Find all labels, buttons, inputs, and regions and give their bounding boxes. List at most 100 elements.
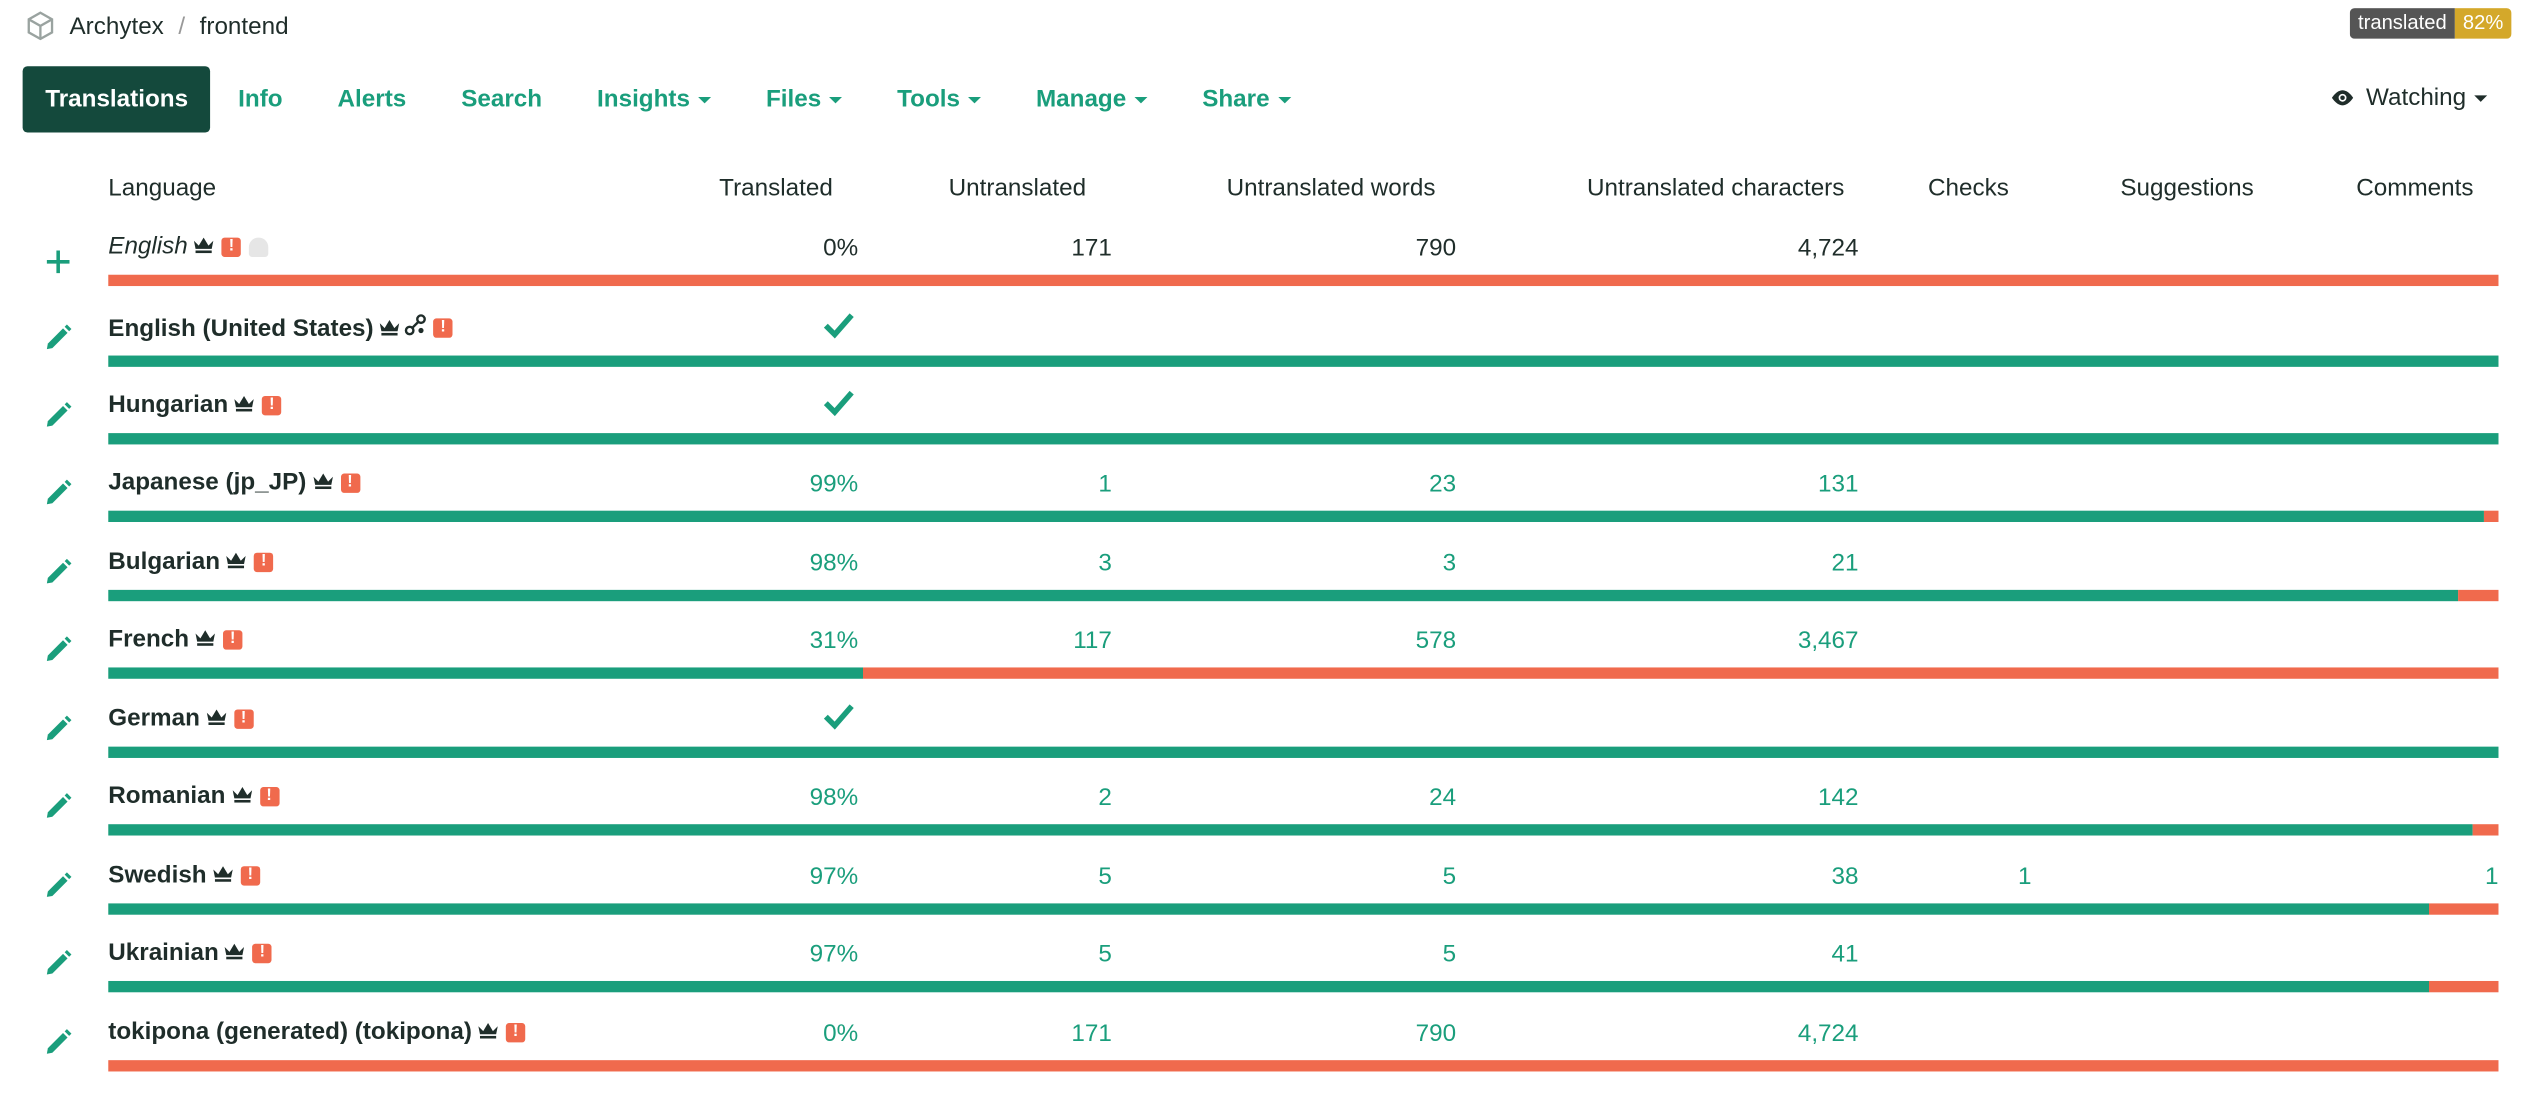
breadcrumb-component[interactable]: frontend	[200, 12, 289, 39]
language-label[interactable]: Hungarian	[108, 391, 228, 418]
progress-bar	[108, 433, 2499, 445]
pencil-icon[interactable]	[42, 790, 74, 822]
language-label[interactable]: Ukrainian	[108, 939, 218, 966]
menu-files[interactable]: Files	[738, 66, 869, 132]
cell-words[interactable]: 3	[1443, 549, 1456, 576]
language-label[interactable]: Romanian	[108, 782, 225, 809]
progress-translated	[108, 589, 2458, 602]
progress-translated	[108, 355, 2499, 367]
cell-translated[interactable]: 31%	[810, 627, 859, 654]
language-label[interactable]: English (United States)	[108, 314, 373, 341]
cell-untranslated[interactable]: 1	[1098, 470, 1111, 497]
cell-chars[interactable]: 38	[1832, 863, 1859, 890]
cell-untranslated[interactable]: 2	[1098, 784, 1111, 811]
menu-manage[interactable]: Manage	[1008, 66, 1174, 132]
menu-share[interactable]: Share	[1175, 66, 1318, 132]
pencil-icon[interactable]	[42, 1026, 74, 1058]
language-name[interactable]: French!	[108, 625, 243, 653]
cell-untranslated[interactable]: 171	[1071, 1020, 1111, 1047]
alert-icon: !	[233, 708, 254, 729]
cell-checks[interactable]: 1	[2018, 863, 2031, 890]
cell-translated[interactable]: 98%	[810, 784, 859, 811]
language-label[interactable]: Swedish	[108, 861, 206, 888]
pencil-icon[interactable]	[42, 399, 74, 431]
progress-untranslated	[108, 274, 2499, 287]
cell-chars[interactable]: 4,724	[1798, 1020, 1859, 1047]
cell-chars[interactable]: 41	[1832, 941, 1859, 968]
cell-words[interactable]: 790	[1416, 1020, 1456, 1047]
progress-untranslated	[2472, 824, 2499, 836]
crown-icon	[374, 314, 401, 341]
tab-info[interactable]: Info	[211, 66, 310, 132]
header-untranslated-words[interactable]: Untranslated words	[1227, 175, 1436, 202]
cell-words[interactable]: 23	[1429, 470, 1456, 497]
menu-insights[interactable]: Insights	[570, 66, 739, 132]
language-name[interactable]: tokipona (generated) (tokipona)!	[108, 1018, 526, 1046]
language-name[interactable]: Ukrainian!	[108, 939, 273, 966]
language-name[interactable]: Swedish!	[108, 861, 260, 889]
cell-translated[interactable]: 98%	[810, 549, 859, 576]
translated-badge[interactable]: translated 82%	[2349, 8, 2512, 39]
pencil-icon[interactable]	[42, 477, 74, 509]
language-name[interactable]: Japanese (jp_JP)!	[108, 469, 360, 496]
language-label[interactable]: English	[108, 233, 188, 260]
header-translated[interactable]: Translated	[719, 175, 833, 202]
cell-chars[interactable]: 21	[1832, 549, 1859, 576]
header-comments[interactable]: Comments	[2356, 175, 2473, 202]
header-untranslated-characters[interactable]: Untranslated characters	[1587, 175, 1844, 202]
pencil-icon[interactable]	[42, 556, 74, 588]
cell-words[interactable]: 5	[1443, 941, 1456, 968]
language-label[interactable]: tokipona (generated) (tokipona)	[108, 1018, 472, 1045]
cell-comments[interactable]: 1	[2485, 863, 2498, 890]
alert-icon: !	[259, 786, 279, 806]
cell-translated[interactable]: 0%	[823, 1020, 858, 1047]
cell-untranslated[interactable]: 117	[1073, 627, 1112, 654]
language-label[interactable]: Japanese (jp_JP)	[108, 469, 306, 496]
language-name[interactable]: English!	[108, 233, 269, 260]
menu-files-label: Files	[765, 85, 822, 114]
language-label[interactable]: Bulgarian	[108, 548, 220, 575]
header-suggestions[interactable]: Suggestions	[2120, 175, 2253, 202]
cell-translated[interactable]: 97%	[810, 941, 859, 968]
cell-untranslated[interactable]: 5	[1098, 863, 1111, 890]
language-name[interactable]: Romanian!	[108, 782, 279, 810]
menu-tools[interactable]: Tools	[870, 66, 1009, 132]
progress-translated	[108, 667, 864, 679]
pencil-icon[interactable]	[42, 947, 74, 979]
cell-words[interactable]: 578	[1416, 627, 1456, 654]
cell-chars[interactable]: 142	[1818, 784, 1858, 811]
language-label[interactable]: French	[108, 625, 189, 652]
tab-alerts[interactable]: Alerts	[310, 66, 434, 132]
pencil-icon[interactable]	[42, 713, 74, 745]
progress-bar	[108, 903, 2499, 915]
cell-untranslated[interactable]: 3	[1098, 549, 1111, 576]
header-checks[interactable]: Checks	[1928, 175, 2009, 202]
eye-icon	[2331, 90, 2354, 106]
table-row: Japanese (jp_JP)! 99% 1 23 131	[0, 469, 2534, 550]
header-language[interactable]: Language	[108, 175, 216, 202]
tab-search[interactable]: Search	[434, 66, 570, 132]
pencil-icon[interactable]	[42, 322, 74, 354]
cell-chars[interactable]: 3,467	[1798, 627, 1859, 654]
cell-translated[interactable]: 99%	[810, 470, 859, 497]
watch-dropdown[interactable]: Watching	[2330, 84, 2488, 112]
header-untranslated[interactable]: Untranslated	[949, 175, 1086, 202]
language-name[interactable]: German!	[108, 705, 254, 732]
cell-words[interactable]: 5	[1443, 863, 1456, 890]
cell-translated[interactable]: 97%	[810, 863, 859, 890]
progress-translated	[108, 824, 2473, 836]
plus-icon[interactable]	[42, 246, 74, 278]
cell-words[interactable]: 24	[1429, 784, 1456, 811]
caret-down-icon	[1134, 97, 1148, 104]
cell-chars[interactable]: 131	[1818, 470, 1858, 497]
cell-untranslated[interactable]: 5	[1098, 941, 1111, 968]
pencil-icon[interactable]	[42, 634, 74, 666]
pencil-icon[interactable]	[42, 869, 74, 901]
language-name[interactable]: Bulgarian!	[108, 548, 274, 575]
language-name[interactable]: Hungarian!	[108, 391, 282, 419]
tab-translations[interactable]: Translations	[22, 66, 211, 133]
badge-value: 82%	[2454, 8, 2512, 39]
breadcrumb-project[interactable]: Archytex	[69, 12, 163, 39]
language-label[interactable]: German	[108, 705, 200, 732]
language-name[interactable]: English (United States)!	[108, 314, 453, 343]
